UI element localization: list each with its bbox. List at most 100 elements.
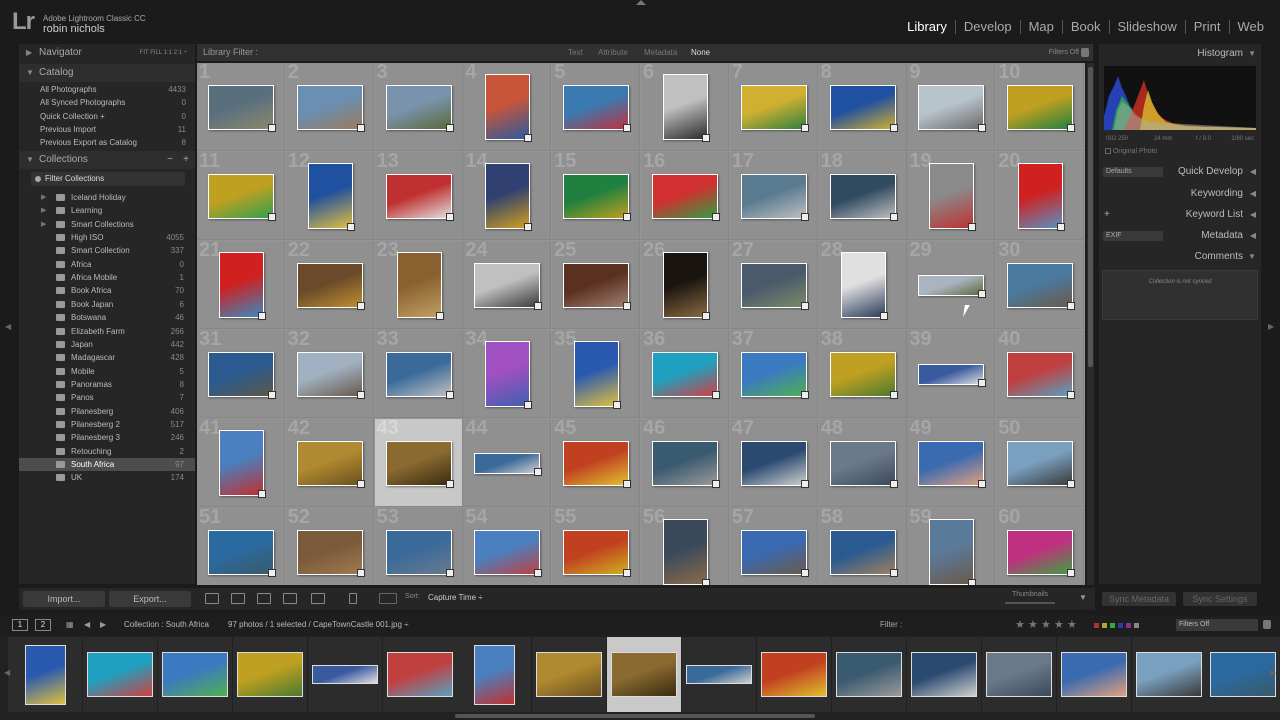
photo-thumbnail[interactable] bbox=[1018, 163, 1066, 231]
edit-badge-icon[interactable] bbox=[1057, 223, 1066, 231]
edit-badge-icon[interactable] bbox=[623, 124, 632, 132]
photo-thumbnail[interactable] bbox=[563, 174, 632, 221]
quick-develop-header[interactable]: Defaults Quick Develop ◀ bbox=[1099, 162, 1261, 182]
photo-thumbnail[interactable] bbox=[740, 263, 809, 310]
photo-thumbnail[interactable] bbox=[296, 530, 365, 577]
edit-badge-icon[interactable] bbox=[889, 124, 898, 132]
photo-thumbnail[interactable] bbox=[219, 252, 266, 320]
grid-cell[interactable]: 49 bbox=[907, 417, 996, 507]
photo-thumbnail[interactable] bbox=[652, 441, 720, 488]
forward-arrow-icon[interactable]: ▶ bbox=[100, 615, 106, 635]
photo-thumbnail[interactable] bbox=[740, 85, 809, 132]
metadata-header[interactable]: EXIF Metadata ◀ bbox=[1099, 226, 1261, 246]
grid-cell[interactable]: 40 bbox=[996, 328, 1085, 418]
photo-thumbnail[interactable] bbox=[918, 364, 987, 387]
filter-attribute[interactable]: Attribute bbox=[598, 44, 628, 61]
photo-thumbnail[interactable] bbox=[829, 441, 898, 488]
collection-item[interactable]: ▶ Iceland Holiday bbox=[19, 191, 195, 204]
edit-badge-icon[interactable] bbox=[613, 401, 622, 409]
grid-cell[interactable]: 53 bbox=[374, 506, 463, 585]
collection-item[interactable]: Africa Mobile 1 bbox=[19, 271, 195, 284]
navigator-header[interactable]: ▶ Navigator FIT FILL 1:1 2:1 ÷ bbox=[19, 44, 195, 62]
expand-icon[interactable]: ▶ bbox=[41, 191, 46, 204]
photo-thumbnail[interactable] bbox=[385, 530, 454, 577]
edit-badge-icon[interactable] bbox=[800, 124, 809, 132]
edit-badge-icon[interactable] bbox=[800, 569, 809, 577]
photo-thumbnail[interactable] bbox=[396, 252, 444, 320]
photo-thumbnail[interactable] bbox=[385, 352, 454, 399]
edit-badge-icon[interactable] bbox=[534, 569, 543, 577]
edit-badge-icon[interactable] bbox=[712, 213, 720, 221]
filmstrip-cell[interactable] bbox=[757, 637, 831, 712]
filmstrip-cell[interactable] bbox=[157, 637, 232, 712]
grid-cell[interactable]: 36 bbox=[641, 328, 729, 418]
grid-cell[interactable]: 41 bbox=[197, 417, 285, 507]
grid-cell[interactable]: 39 bbox=[907, 328, 996, 418]
photo-thumbnail[interactable] bbox=[574, 341, 622, 409]
toolbar-options-icon[interactable]: ▼ bbox=[1079, 593, 1087, 602]
filmstrip-thumbnail[interactable] bbox=[1060, 652, 1127, 697]
grid-cell[interactable]: 7 bbox=[729, 63, 818, 151]
grid-cell[interactable]: 11 bbox=[197, 150, 285, 240]
edit-badge-icon[interactable] bbox=[623, 302, 632, 310]
grid-cell[interactable]: 23 bbox=[374, 239, 463, 329]
grid-cell[interactable]: 60 bbox=[996, 506, 1085, 585]
filmstrip-thumbnail[interactable] bbox=[86, 652, 153, 697]
navigator-zoom-options[interactable]: FIT FILL 1:1 2:1 ÷ bbox=[140, 44, 187, 62]
comments-header[interactable]: Comments ▼ bbox=[1099, 247, 1261, 267]
grid-cell[interactable]: 21 bbox=[197, 239, 285, 329]
edit-badge-icon[interactable] bbox=[623, 480, 632, 488]
grid-cell[interactable]: 57 bbox=[729, 506, 818, 585]
photo-thumbnail[interactable] bbox=[474, 530, 543, 577]
primary-display-button[interactable]: 1 bbox=[12, 619, 28, 631]
lock-icon[interactable] bbox=[1081, 48, 1089, 57]
edit-badge-icon[interactable] bbox=[889, 213, 898, 221]
red-label-icon[interactable] bbox=[1094, 623, 1099, 628]
edit-badge-icon[interactable] bbox=[445, 391, 454, 399]
photo-thumbnail[interactable] bbox=[652, 174, 720, 221]
yellow-label-icon[interactable] bbox=[1102, 623, 1107, 628]
collection-item[interactable]: Africa 0 bbox=[19, 258, 195, 271]
photo-thumbnail[interactable] bbox=[840, 252, 888, 320]
edit-badge-icon[interactable] bbox=[889, 391, 898, 399]
collection-item[interactable]: Elizabeth Farm 266 bbox=[19, 325, 195, 338]
photo-thumbnail[interactable] bbox=[474, 453, 543, 476]
grid-cell[interactable]: 27 bbox=[729, 239, 818, 329]
filmstrip-cell[interactable] bbox=[1131, 637, 1206, 712]
module-develop[interactable]: Develop bbox=[954, 20, 1020, 34]
photo-thumbnail[interactable] bbox=[563, 263, 632, 310]
edit-badge-icon[interactable] bbox=[978, 480, 987, 488]
photo-thumbnail[interactable] bbox=[296, 263, 365, 310]
edit-badge-icon[interactable] bbox=[1067, 124, 1076, 132]
filter-text[interactable]: Text bbox=[568, 44, 583, 61]
photo-thumbnail[interactable] bbox=[829, 352, 898, 399]
edit-badge-icon[interactable] bbox=[978, 124, 987, 132]
purple-label-icon[interactable] bbox=[1126, 623, 1131, 628]
expand-icon[interactable]: ▶ bbox=[41, 204, 46, 217]
photo-thumbnail[interactable] bbox=[663, 252, 710, 320]
filmstrip-thumbnail[interactable] bbox=[474, 645, 516, 705]
photo-thumbnail[interactable] bbox=[296, 441, 365, 488]
edit-badge-icon[interactable] bbox=[356, 480, 365, 488]
edit-badge-icon[interactable] bbox=[800, 480, 809, 488]
collection-item[interactable]: ▶ Smart Collections bbox=[19, 218, 195, 231]
collection-breadcrumb[interactable]: Collection : South Africa bbox=[124, 615, 209, 635]
collection-item[interactable]: South Africa 97 bbox=[19, 458, 195, 471]
collection-item[interactable]: ▶ Learning bbox=[19, 204, 195, 217]
expand-icon[interactable]: ▶ bbox=[41, 218, 46, 231]
secondary-display-button[interactable]: 2 bbox=[35, 619, 51, 631]
edit-badge-icon[interactable] bbox=[356, 124, 365, 132]
green-label-icon[interactable] bbox=[1110, 623, 1115, 628]
edit-badge-icon[interactable] bbox=[702, 312, 710, 320]
filmstrip-cell[interactable] bbox=[981, 637, 1056, 712]
grid-cell[interactable]: 18 bbox=[818, 150, 907, 240]
catalog-item[interactable]: Previous Export as Catalog 8 bbox=[19, 136, 195, 149]
rating-star-icon[interactable]: ★ bbox=[1028, 615, 1038, 635]
grid-cell[interactable]: 12 bbox=[285, 150, 374, 240]
edit-badge-icon[interactable] bbox=[889, 569, 898, 577]
filters-off-dropdown[interactable]: Filters Off bbox=[1049, 44, 1079, 61]
photo-thumbnail[interactable] bbox=[1007, 352, 1076, 399]
sort-direction-icon[interactable] bbox=[379, 593, 397, 604]
photo-thumbnail[interactable] bbox=[485, 163, 533, 231]
edit-badge-icon[interactable] bbox=[623, 569, 632, 577]
